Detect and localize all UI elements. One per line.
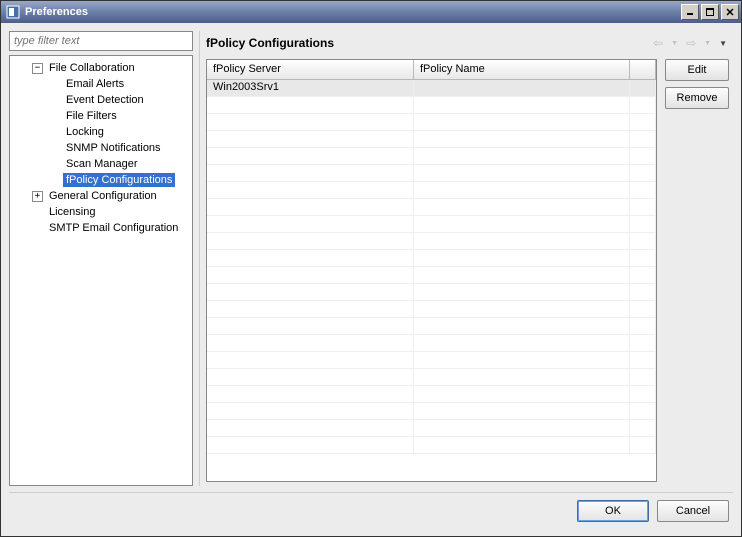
menu-dropdown-icon[interactable]: ▼	[717, 39, 729, 48]
table-row[interactable]	[207, 267, 656, 284]
filter-input[interactable]	[9, 31, 193, 51]
tree-item-scan-manager[interactable]: Scan Manager	[12, 156, 190, 172]
back-dropdown-icon[interactable]: ▼	[669, 40, 680, 47]
tree-item-smtp-email-configuration[interactable]: SMTP Email Configuration	[12, 220, 190, 236]
table-row[interactable]	[207, 97, 656, 114]
table-row[interactable]	[207, 352, 656, 369]
tree-item-email-alerts[interactable]: Email Alerts	[12, 76, 190, 92]
collapse-icon[interactable]: −	[32, 63, 43, 74]
maximize-button[interactable]	[701, 4, 719, 20]
table-row[interactable]	[207, 199, 656, 216]
table-row[interactable]	[207, 335, 656, 352]
remove-button[interactable]: Remove	[665, 87, 729, 109]
table-row[interactable]	[207, 386, 656, 403]
table-row[interactable]	[207, 114, 656, 131]
back-icon[interactable]: ⇦	[651, 36, 665, 50]
tree-item-fpolicy-configurations[interactable]: fPolicy Configurations	[12, 172, 190, 188]
table-row[interactable]	[207, 301, 656, 318]
table-row[interactable]	[207, 420, 656, 437]
table-row[interactable]	[207, 182, 656, 199]
column-header-server[interactable]: fPolicy Server	[207, 60, 414, 79]
table-row[interactable]	[207, 165, 656, 182]
tree-item-event-detection[interactable]: Event Detection	[12, 92, 190, 108]
column-header-extra[interactable]	[630, 60, 656, 79]
tree-item-file-collaboration[interactable]: − File Collaboration	[12, 60, 190, 76]
app-icon	[5, 4, 21, 20]
table-row[interactable]	[207, 131, 656, 148]
cell-name	[414, 80, 630, 96]
table-row[interactable]	[207, 216, 656, 233]
column-header-name[interactable]: fPolicy Name	[414, 60, 630, 79]
titlebar: Preferences	[1, 1, 741, 23]
table-row[interactable]	[207, 148, 656, 165]
edit-button[interactable]: Edit	[665, 59, 729, 81]
table-row[interactable]	[207, 284, 656, 301]
tree-item-snmp-notifications[interactable]: SNMP Notifications	[12, 140, 190, 156]
tree-item-general-configuration[interactable]: + General Configuration	[12, 188, 190, 204]
tree-item-locking[interactable]: Locking	[12, 124, 190, 140]
tree-item-file-filters[interactable]: File Filters	[12, 108, 190, 124]
table-row[interactable]	[207, 369, 656, 386]
table-row[interactable]	[207, 233, 656, 250]
table-row[interactable]	[207, 318, 656, 335]
forward-icon[interactable]: ⇨	[684, 36, 698, 50]
ok-button[interactable]: OK	[577, 500, 649, 522]
table-row[interactable]	[207, 437, 656, 454]
minimize-button[interactable]	[681, 4, 699, 20]
table-row[interactable]: Win2003Srv1	[207, 80, 656, 97]
table-row[interactable]	[207, 250, 656, 267]
preferences-window: Preferences − File Collaboration Emai	[0, 0, 742, 537]
table-row[interactable]	[207, 403, 656, 420]
window-title: Preferences	[25, 6, 681, 18]
cancel-button[interactable]: Cancel	[657, 500, 729, 522]
page-title: fPolicy Configurations	[206, 36, 651, 50]
fpolicy-table[interactable]: fPolicy Server fPolicy Name Win2003Srv1	[206, 59, 657, 482]
expand-icon[interactable]: +	[32, 191, 43, 202]
table-header: fPolicy Server fPolicy Name	[207, 60, 656, 80]
cell-server: Win2003Srv1	[207, 80, 414, 96]
preferences-tree[interactable]: − File Collaboration Email Alerts Event …	[9, 55, 193, 486]
table-body: Win2003Srv1	[207, 80, 656, 481]
forward-dropdown-icon[interactable]: ▼	[702, 40, 713, 47]
close-button[interactable]	[721, 4, 739, 20]
tree-item-licensing[interactable]: Licensing	[12, 204, 190, 220]
